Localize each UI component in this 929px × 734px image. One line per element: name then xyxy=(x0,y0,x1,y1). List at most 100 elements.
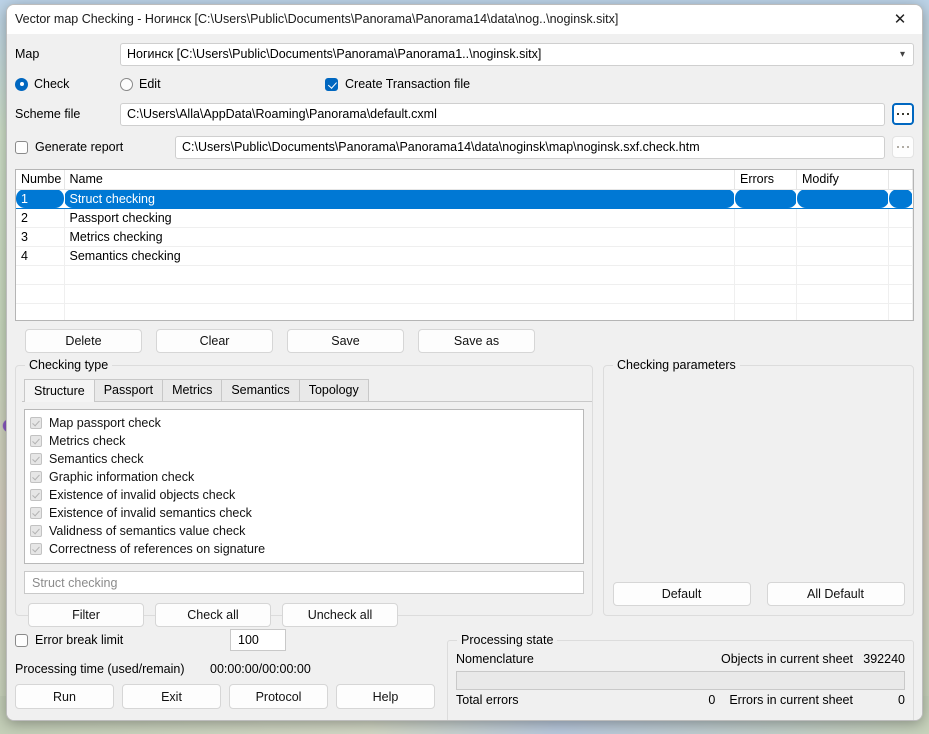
check-name-input[interactable]: Struct checking xyxy=(24,571,584,594)
radio-check[interactable]: Check xyxy=(15,77,120,91)
checks-table[interactable]: Numbe Name Errors Modify 1 Struct checki… xyxy=(15,169,914,321)
checkbox-error-break-limit[interactable]: Error break limit xyxy=(15,633,230,647)
vector-map-checking-dialog: Vector map Checking - Ногинск [C:\Users\… xyxy=(6,4,923,721)
save-button[interactable]: Save xyxy=(287,329,404,353)
list-item[interactable]: Existence of invalid semantics check xyxy=(30,504,578,522)
cell-pad xyxy=(888,246,913,266)
table-empty-row xyxy=(16,284,913,304)
checkbox-disabled-checked-icon xyxy=(30,471,42,483)
delete-button[interactable]: Delete xyxy=(25,329,142,353)
list-item[interactable]: Map passport check xyxy=(30,414,578,432)
tab-semantics[interactable]: Semantics xyxy=(221,379,300,401)
objects-in-current-sheet-label: Objects in current sheet xyxy=(720,652,853,666)
filter-button[interactable]: Filter xyxy=(28,603,144,627)
cell-modify xyxy=(796,246,889,266)
column-header-pad xyxy=(888,170,913,190)
processing-progress-bar xyxy=(456,671,905,690)
default-button[interactable]: Default xyxy=(612,582,751,606)
column-header-name[interactable]: Name xyxy=(64,170,735,190)
list-item[interactable]: Semantics check xyxy=(30,450,578,468)
scheme-file-row: Scheme file C:\Users\Alla\AppData\Roamin… xyxy=(15,102,914,126)
structure-check-list[interactable]: Map passport check Metrics check Semanti… xyxy=(24,409,584,564)
dot-icon xyxy=(906,112,910,116)
table-row[interactable]: 1 Struct checking xyxy=(16,189,913,209)
dot-icon xyxy=(906,145,910,149)
checkbox-disabled-checked-icon xyxy=(30,543,42,555)
column-header-number[interactable]: Numbe xyxy=(16,170,65,190)
tab-structure[interactable]: Structure xyxy=(24,379,95,402)
tab-topology[interactable]: Topology xyxy=(298,379,369,401)
cell-number: 2 xyxy=(16,208,65,228)
bottom-left-column: Error break limit 100 Processing time (u… xyxy=(15,628,435,720)
map-row: Map Ногинск [C:\Users\Public\Documents\P… xyxy=(15,42,914,66)
checking-type-group: Checking type Structure Passport Metrics… xyxy=(15,358,593,627)
table-row[interactable]: 2 Passport checking xyxy=(16,208,913,228)
checkbox-create-transaction-file[interactable]: Create Transaction file xyxy=(325,77,470,91)
list-item[interactable]: Metrics check xyxy=(30,432,578,450)
clear-button[interactable]: Clear xyxy=(156,329,273,353)
list-item[interactable]: Existence of invalid objects check xyxy=(30,486,578,504)
cell-errors xyxy=(734,227,797,247)
uncheck-all-button[interactable]: Uncheck all xyxy=(282,603,398,627)
scheme-file-input[interactable]: C:\Users\Alla\AppData\Roaming\Panorama\d… xyxy=(120,102,885,126)
radio-edit[interactable]: Edit xyxy=(120,77,325,91)
main-buttons: Run Exit Protocol Help xyxy=(15,684,435,709)
list-item-label: Metrics check xyxy=(49,434,126,448)
list-action-buttons: Delete Clear Save Save as xyxy=(15,329,914,353)
checking-type-buttons: Filter Check all Uncheck all xyxy=(16,603,592,627)
table-header-row: Numbe Name Errors Modify xyxy=(16,170,913,190)
table-row[interactable]: 3 Metrics checking xyxy=(16,227,913,247)
help-button[interactable]: Help xyxy=(336,684,435,709)
save-as-button[interactable]: Save as xyxy=(418,329,535,353)
mode-options-row: Check Edit Create Transaction file xyxy=(15,74,914,94)
exit-button[interactable]: Exit xyxy=(122,684,221,709)
protocol-button[interactable]: Protocol xyxy=(229,684,328,709)
run-button[interactable]: Run xyxy=(15,684,114,709)
report-path-browse-button[interactable] xyxy=(892,136,914,158)
checkbox-generate-report-indicator xyxy=(15,140,28,154)
list-item-label: Validness of semantics value check xyxy=(49,524,246,538)
window-title: Vector map Checking - Ногинск [C:\Users\… xyxy=(15,12,619,26)
checkbox-disabled-checked-icon xyxy=(30,453,42,465)
checking-type-legend: Checking type xyxy=(25,358,113,372)
checkbox-disabled-checked-icon xyxy=(30,489,42,501)
column-header-errors[interactable]: Errors xyxy=(734,170,797,190)
tab-metrics[interactable]: Metrics xyxy=(162,379,223,401)
all-default-button[interactable]: All Default xyxy=(766,582,905,606)
check-all-button[interactable]: Check all xyxy=(155,603,271,627)
errors-in-current-sheet-label: Errors in current sheet xyxy=(729,693,853,707)
radio-check-label: Check xyxy=(34,77,70,91)
checkbox-error-break-limit-label: Error break limit xyxy=(35,633,124,647)
cell-errors xyxy=(734,246,797,266)
cell-errors xyxy=(734,208,797,228)
report-path-input[interactable]: C:\Users\Public\Documents\Panorama\Panor… xyxy=(175,135,885,159)
generate-report-row: Generate report C:\Users\Public\Document… xyxy=(15,135,914,159)
processing-time-value: 00:00:00/00:00:00 xyxy=(210,662,311,676)
scheme-file-browse-button[interactable] xyxy=(892,103,914,125)
map-combobox[interactable]: Ногинск [C:\Users\Public\Documents\Panor… xyxy=(120,42,914,66)
scheme-file-label: Scheme file xyxy=(15,107,81,121)
checkbox-disabled-checked-icon xyxy=(30,525,42,537)
radio-edit-indicator xyxy=(120,77,133,91)
checkbox-generate-report[interactable]: Generate report xyxy=(15,140,175,154)
list-item-label: Correctness of references on signature xyxy=(49,542,266,556)
column-header-modify[interactable]: Modify xyxy=(796,170,889,190)
error-break-limit-row: Error break limit 100 xyxy=(15,628,435,652)
dot-icon xyxy=(901,145,905,149)
objects-in-current-sheet-value: 392240 xyxy=(863,652,905,666)
list-item[interactable]: Correctness of references on signature xyxy=(30,540,578,558)
list-item-label: Map passport check xyxy=(49,416,161,430)
list-item[interactable]: Graphic information check xyxy=(30,468,578,486)
checking-type-tabs: Structure Passport Metrics Semantics Top… xyxy=(22,379,592,402)
close-icon[interactable]: ✕ xyxy=(878,5,922,33)
cell-name: Semantics checking xyxy=(64,246,735,266)
error-break-limit-input[interactable]: 100 xyxy=(230,629,286,651)
list-item[interactable]: Validness of semantics value check xyxy=(30,522,578,540)
list-item-label: Semantics check xyxy=(49,452,144,466)
processing-state-top-line: Nomenclature Objects in current sheet 39… xyxy=(448,649,913,669)
table-row[interactable]: 4 Semantics checking xyxy=(16,246,913,266)
cell-pad xyxy=(888,227,913,247)
cell-modify xyxy=(796,227,889,247)
radio-check-indicator xyxy=(15,77,28,91)
tab-passport[interactable]: Passport xyxy=(93,379,164,401)
